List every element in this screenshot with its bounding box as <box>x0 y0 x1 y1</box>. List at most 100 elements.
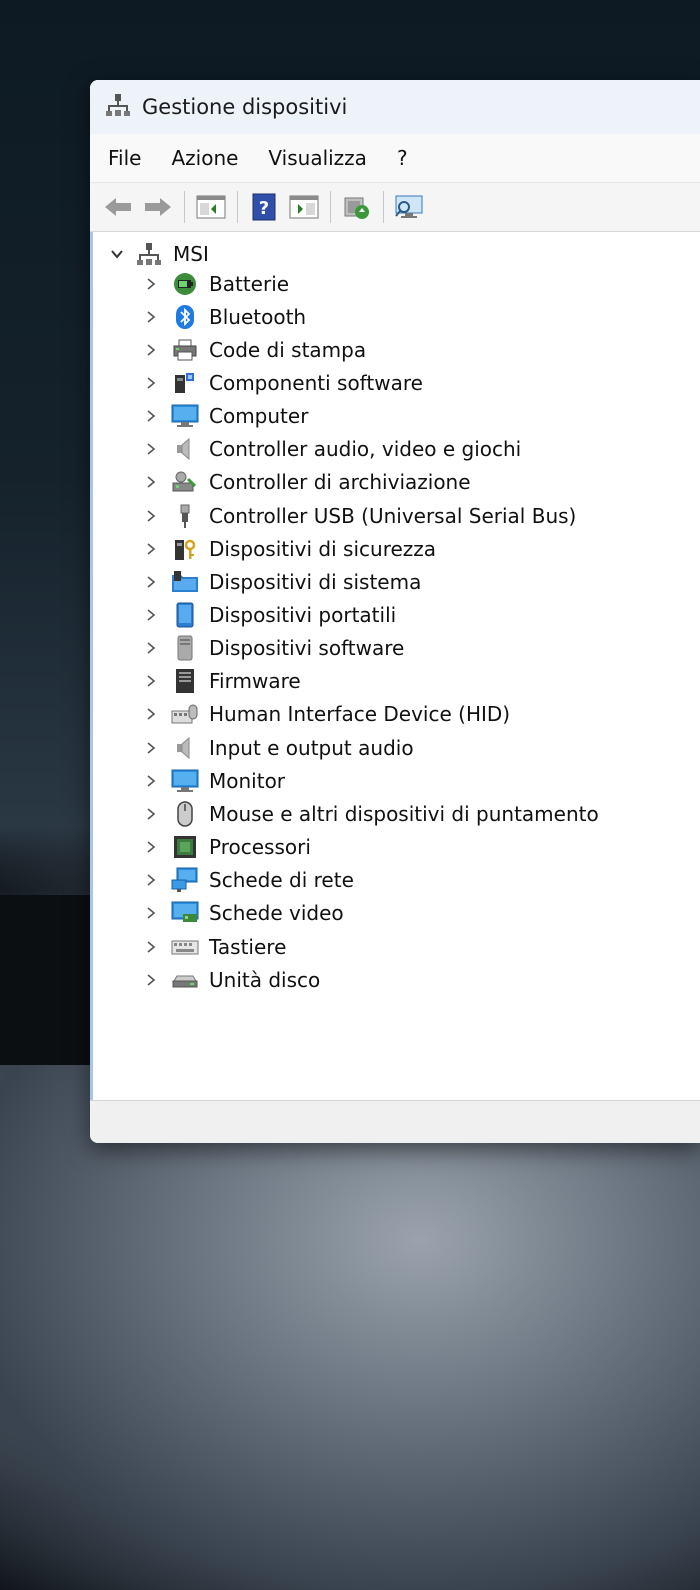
forward-button[interactable] <box>138 188 178 226</box>
mouse-icon <box>171 800 199 828</box>
speaker-icon <box>171 435 199 463</box>
tree-item-label: Componenti software <box>209 370 423 395</box>
back-button[interactable] <box>98 188 138 226</box>
tree-item-label: Human Interface Device (HID) <box>209 702 511 727</box>
chevron-right-icon[interactable] <box>139 669 163 693</box>
chevron-right-icon[interactable] <box>139 603 163 627</box>
chevron-right-icon[interactable] <box>139 404 163 428</box>
tree-item[interactable]: Dispositivi di sistema <box>139 565 421 598</box>
device-manager-app-icon <box>106 93 130 121</box>
tree-item[interactable]: Unità disco <box>139 963 320 996</box>
tree-item[interactable]: Computer <box>139 400 308 433</box>
chevron-right-icon[interactable] <box>139 835 163 859</box>
printer-icon <box>171 336 199 364</box>
chevron-right-icon[interactable] <box>139 736 163 760</box>
tree-item-label: Unità disco <box>209 967 321 992</box>
tree-item-label: Schede di rete <box>209 868 354 893</box>
tree-item[interactable]: Controller USB (Universal Serial Bus) <box>139 499 576 532</box>
tree-item[interactable]: Input e output audio <box>139 731 414 764</box>
network-adapter-icon <box>171 866 199 894</box>
tree-item-label: Dispositivi di sistema <box>209 569 422 594</box>
computer-icon <box>171 402 199 430</box>
toolbar-separator <box>330 191 331 223</box>
tree-item-label: Bluetooth <box>209 304 307 329</box>
tree-item-label: Input e output audio <box>209 735 414 760</box>
chevron-right-icon[interactable] <box>139 305 163 329</box>
tree-item-label: Processori <box>209 835 311 860</box>
tree-item[interactable]: Componenti software <box>139 366 423 399</box>
tree-item-label: Dispositivi software <box>209 636 405 661</box>
title-bar[interactable]: Gestione dispositivi <box>90 80 700 134</box>
chevron-right-icon[interactable] <box>139 470 163 494</box>
chevron-right-icon[interactable] <box>139 371 163 395</box>
tree-item[interactable]: Batterie <box>139 267 289 300</box>
tree-item[interactable]: Controller di archiviazione <box>139 466 471 499</box>
menu-bar: File Azione Visualizza ? <box>90 134 700 183</box>
tree-item[interactable]: Dispositivi portatili <box>139 599 396 632</box>
usb-icon <box>171 502 199 530</box>
portable-device-icon <box>171 601 199 629</box>
firmware-icon <box>171 667 199 695</box>
toolbar: ? <box>90 183 700 233</box>
scan-hardware-icon <box>395 195 423 218</box>
audio-io-icon <box>171 734 199 762</box>
tree-item-label: Tastiere <box>209 934 287 959</box>
system-folder-icon <box>171 568 199 596</box>
chevron-right-icon[interactable] <box>139 504 163 528</box>
chevron-right-icon[interactable] <box>139 901 163 925</box>
tree-item-label: Mouse e altri dispositivi di puntamento <box>209 801 599 826</box>
chevron-right-icon[interactable] <box>139 769 163 793</box>
tree-item[interactable]: Firmware <box>139 665 301 698</box>
tree-item-label: Schede video <box>209 901 344 926</box>
tree-item[interactable]: Schede video <box>139 897 344 930</box>
chevron-right-icon[interactable] <box>139 702 163 726</box>
action-panel-button[interactable] <box>284 188 324 226</box>
toolbar-separator <box>383 191 384 223</box>
tree-item[interactable]: Dispositivi software <box>139 632 404 665</box>
chevron-right-icon[interactable] <box>139 868 163 892</box>
tree-item[interactable]: Schede di rete <box>139 864 354 897</box>
chevron-down-icon[interactable] <box>105 242 129 266</box>
menu-visualizza[interactable]: Visualizza <box>268 146 367 170</box>
tree-item[interactable]: Monitor <box>139 764 285 797</box>
toolbar-separator <box>237 191 238 223</box>
display-adapter-icon <box>171 899 199 927</box>
tree-item[interactable]: Tastiere <box>139 930 286 963</box>
tree-item[interactable]: Controller audio, video e giochi <box>139 433 521 466</box>
update-driver-icon <box>344 197 369 219</box>
menu-help[interactable]: ? <box>397 146 408 170</box>
tree-item[interactable]: Code di stampa <box>139 333 366 366</box>
software-component-icon <box>171 369 199 397</box>
tree-item-label: Code di stampa <box>209 337 367 362</box>
menu-file[interactable]: File <box>108 146 141 170</box>
chevron-right-icon[interactable] <box>139 537 163 561</box>
chevron-right-icon[interactable] <box>139 272 163 296</box>
tree-item-label: Controller audio, video e giochi <box>209 437 522 462</box>
chevron-right-icon[interactable] <box>139 935 163 959</box>
tree-item[interactable]: Mouse e altri dispositivi di puntamento <box>139 797 599 830</box>
chevron-right-icon[interactable] <box>139 636 163 660</box>
chevron-right-icon[interactable] <box>139 338 163 362</box>
tree-item[interactable]: Processori <box>139 831 311 864</box>
tree-item[interactable]: Bluetooth <box>139 300 306 333</box>
chevron-right-icon[interactable] <box>139 437 163 461</box>
tree-item-label: Batterie <box>209 271 290 296</box>
update-driver-button[interactable] <box>337 188 377 226</box>
software-device-icon <box>171 634 199 662</box>
background-dark-land <box>0 895 100 1065</box>
tree-root-msi[interactable]: MSI <box>105 238 209 270</box>
action-panel-icon <box>289 195 319 219</box>
properties-panel-button[interactable] <box>191 188 231 226</box>
tree-root-label: MSI <box>173 242 209 266</box>
properties-panel-icon <box>196 195 226 219</box>
tree-item[interactable]: Dispositivi di sicurezza <box>139 532 436 565</box>
chevron-right-icon[interactable] <box>139 968 163 992</box>
help-button[interactable]: ? <box>244 188 284 226</box>
scan-hardware-button[interactable] <box>390 188 430 226</box>
computer-tree-icon <box>135 240 163 268</box>
menu-azione[interactable]: Azione <box>171 146 238 170</box>
chevron-right-icon[interactable] <box>139 570 163 594</box>
tree-item[interactable]: Human Interface Device (HID) <box>139 698 510 731</box>
chevron-right-icon[interactable] <box>139 802 163 826</box>
back-icon <box>105 198 131 216</box>
